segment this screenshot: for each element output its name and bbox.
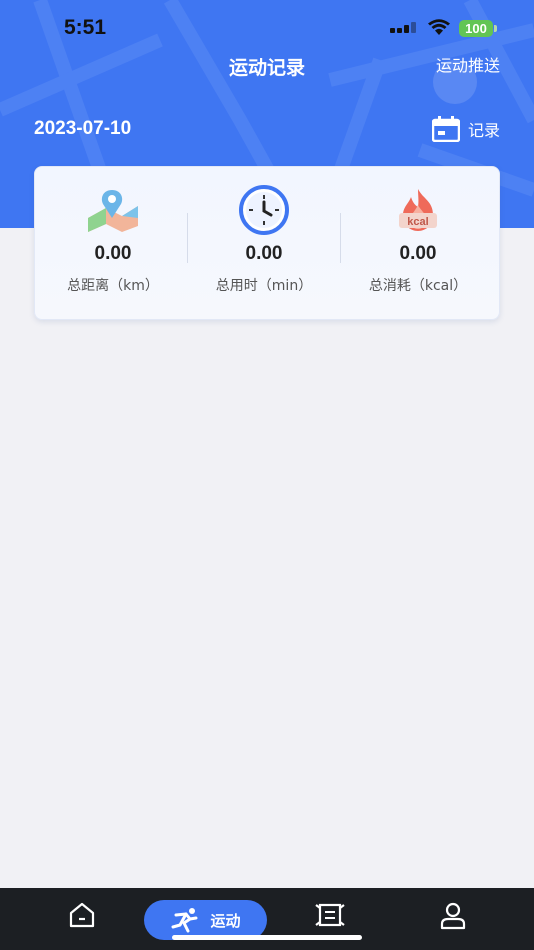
clock-icon: [239, 185, 289, 235]
map-icon: [88, 190, 138, 232]
sport-push-button[interactable]: 运动推送: [436, 52, 500, 76]
kcal-icon-text: kcal: [407, 216, 428, 228]
battery-indicator: 100: [459, 20, 493, 37]
calendar-icon: [431, 116, 460, 142]
wifi-icon: [428, 19, 450, 35]
duration-label: 总用时（min）: [215, 278, 313, 294]
date-label: 2023-07-10: [34, 118, 132, 139]
summary-card: 0.00 总距离（km） 0.00 总用时（min） kcal 0.00 总消耗…: [34, 166, 500, 320]
record-button[interactable]: 记录: [431, 116, 500, 142]
scroll-icon[interactable]: [314, 902, 346, 928]
tab-sport-label: 运动: [210, 911, 241, 930]
battery-tip: [494, 25, 497, 32]
home-indicator: [172, 935, 362, 940]
status-bar: 5:51 100: [0, 0, 534, 58]
stat-calories: kcal 0.00 总消耗（kcal）: [343, 185, 493, 295]
stat-divider: [187, 213, 188, 263]
calories-label: 总消耗（kcal）: [368, 278, 468, 294]
distance-value: 0.00: [94, 243, 132, 264]
flame-kcal-icon: kcal: [399, 189, 437, 231]
calories-value: 0.00: [399, 243, 437, 264]
status-time: 5:51: [64, 16, 107, 39]
running-icon: [171, 908, 198, 933]
stat-divider: [340, 213, 341, 263]
bottom-tab-bar: 运动: [0, 888, 534, 950]
home-icon[interactable]: [68, 902, 96, 928]
stat-distance: 0.00 总距离（km）: [38, 185, 188, 295]
record-label: 记录: [467, 121, 500, 140]
distance-label: 总距离（km）: [67, 278, 159, 294]
tab-sport[interactable]: 运动: [144, 900, 267, 940]
cellular-signal-icon: [390, 22, 416, 33]
stat-duration: 0.00 总用时（min）: [189, 185, 339, 295]
duration-value: 0.00: [245, 243, 283, 264]
profile-icon[interactable]: [440, 902, 466, 930]
